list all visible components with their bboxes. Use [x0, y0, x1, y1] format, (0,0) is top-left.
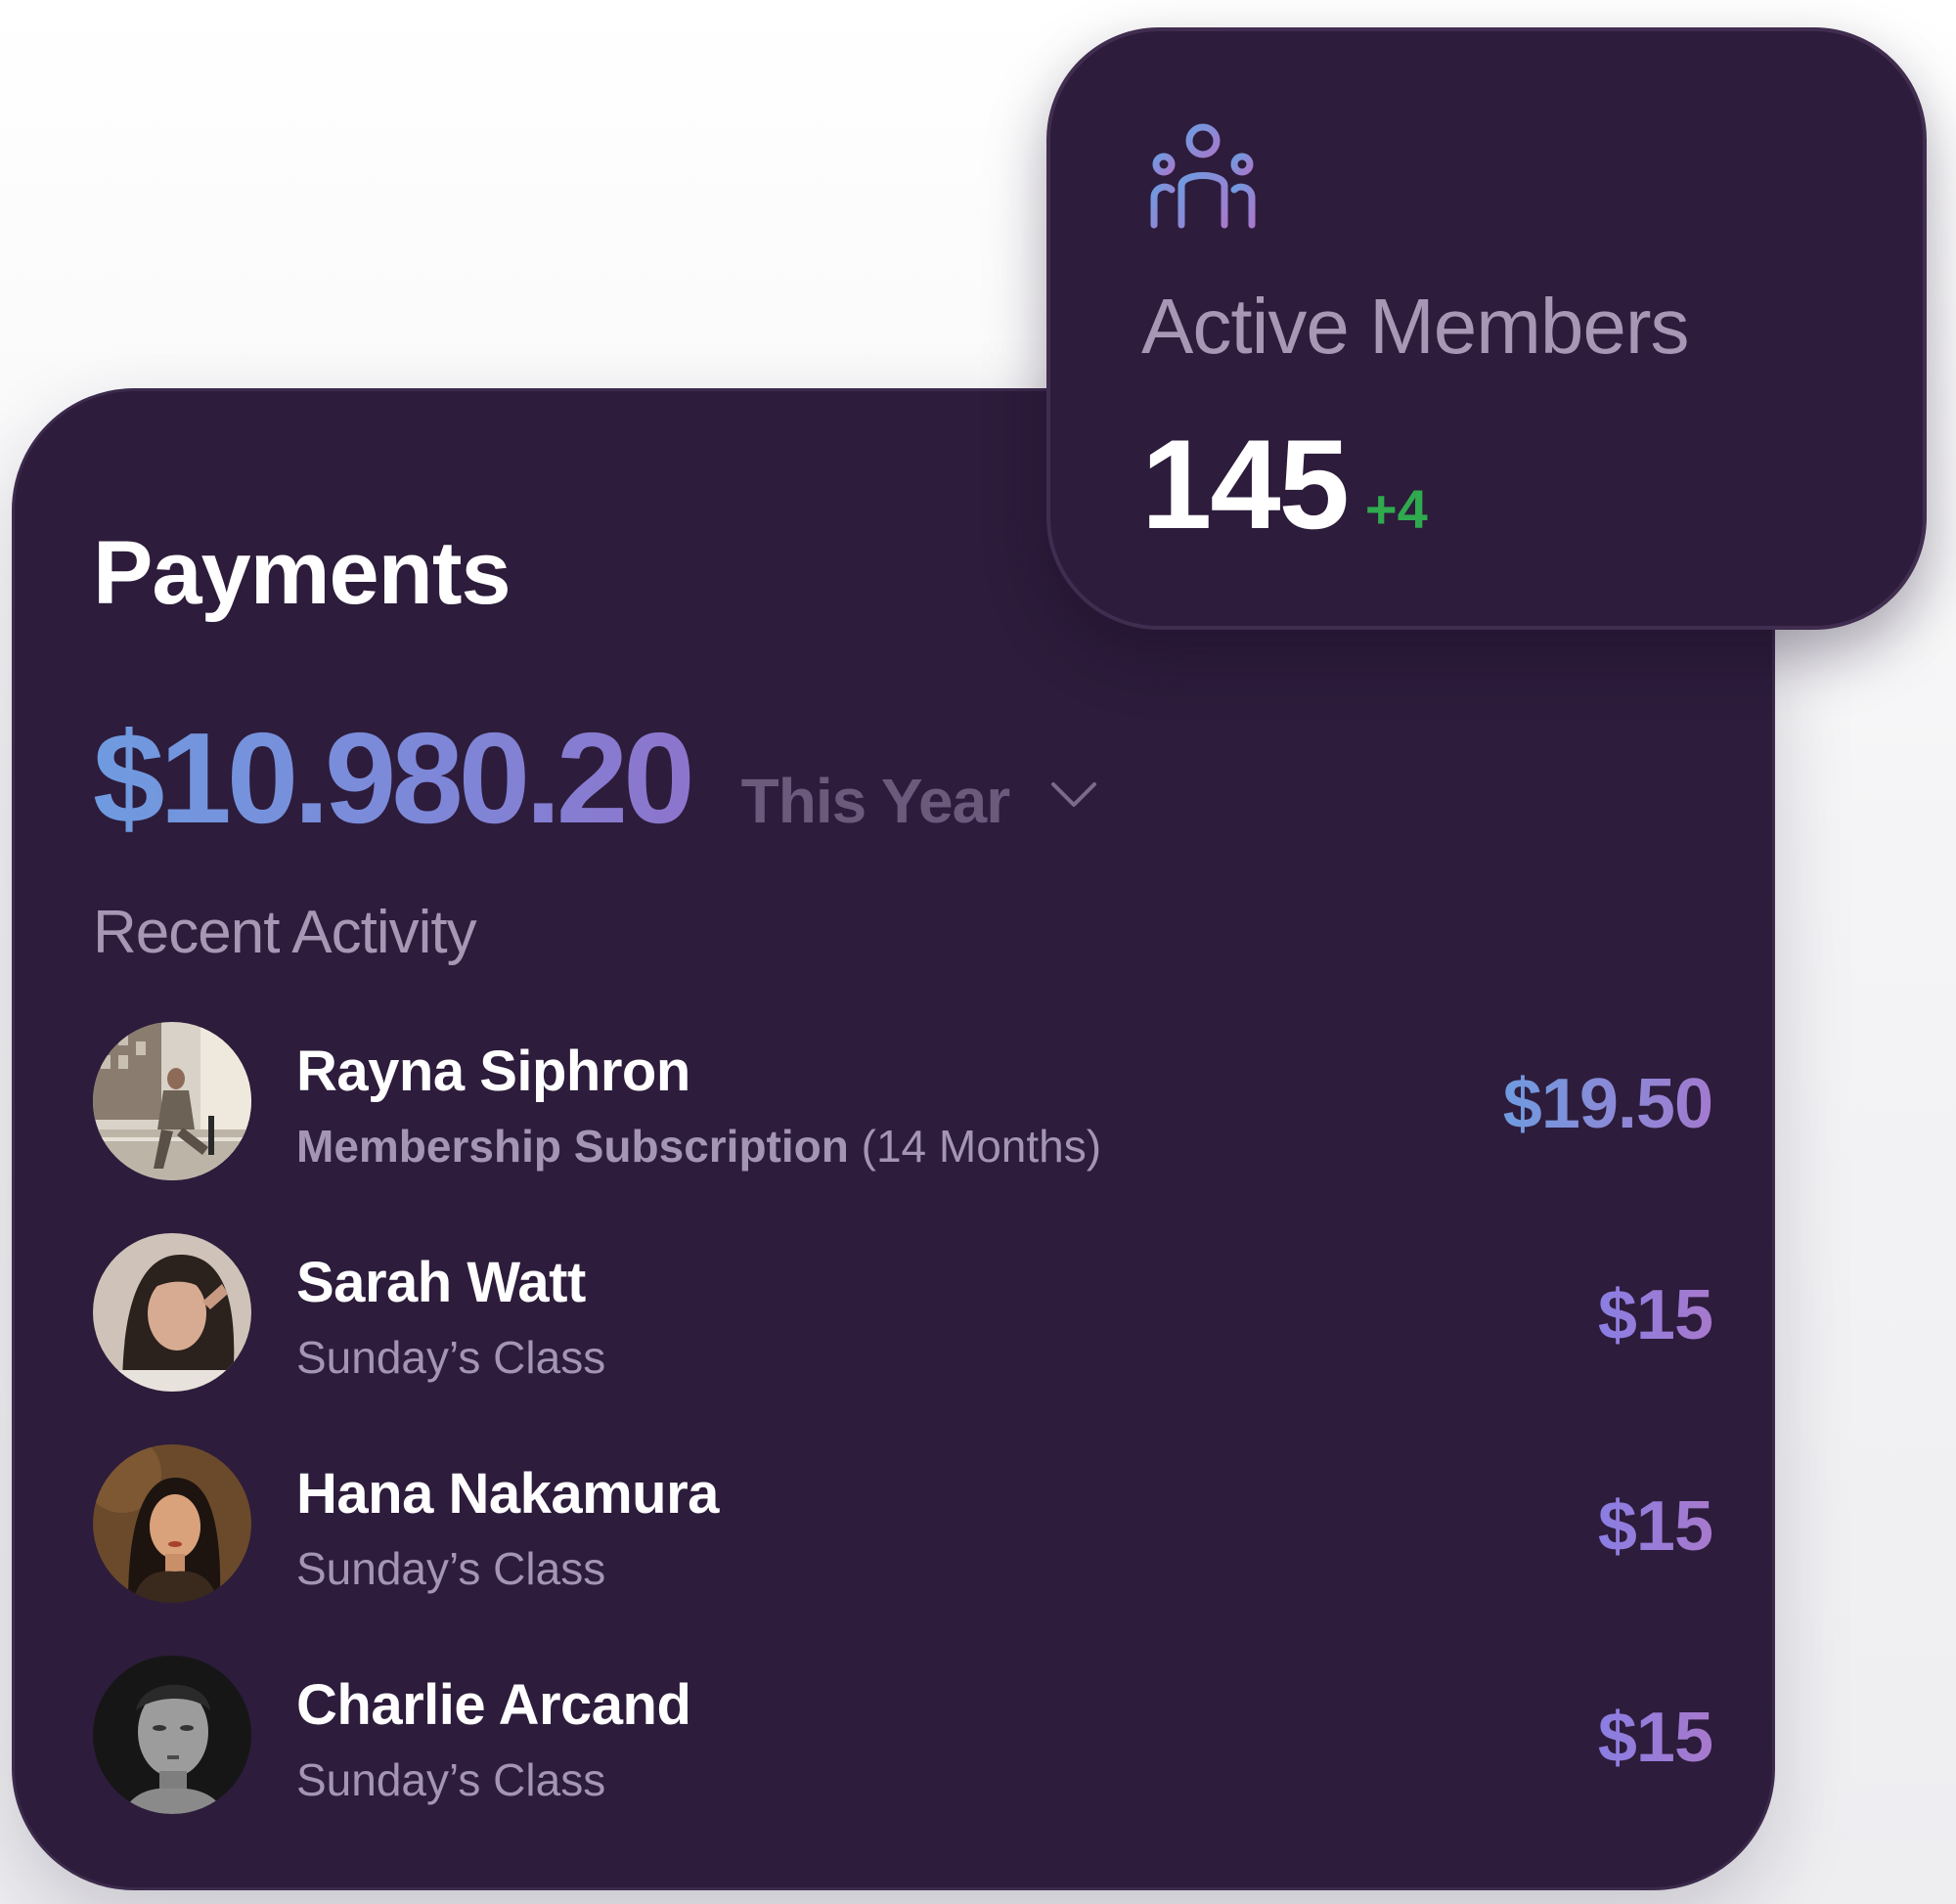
activity-list: Rayna Siphron Membership Subscription (1…	[93, 1022, 1713, 1867]
activity-text: Hana Nakamura Sunday’s Class	[296, 1462, 719, 1592]
activity-name: Sarah Watt	[296, 1251, 586, 1314]
active-members-count-row: 145 +4	[1141, 421, 1428, 548]
active-members-card: Active Members 145 +4	[1046, 27, 1927, 630]
activity-amount: $15	[1597, 1276, 1713, 1354]
active-members-delta: +4	[1364, 478, 1428, 540]
period-selector[interactable]: This Year	[741, 765, 1097, 837]
activity-row[interactable]: Rayna Siphron Membership Subscription (1…	[93, 1022, 1713, 1233]
activity-text: Charlie Arcand Sunday’s Class	[296, 1673, 691, 1803]
activity-row[interactable]: Sarah Watt Sunday’s Class $15	[93, 1233, 1713, 1444]
activity-description: Sunday’s Class	[296, 1546, 719, 1591]
activity-description-extra: Sunday’s Class	[296, 1754, 606, 1805]
activity-amount: $15	[1597, 1487, 1713, 1566]
activity-row[interactable]: Charlie Arcand Sunday’s Class $15	[93, 1656, 1713, 1867]
chevron-down-icon	[1051, 782, 1097, 807]
avatar	[93, 1444, 251, 1603]
active-members-count: 145	[1141, 413, 1350, 555]
recent-activity-title: Recent Activity	[93, 899, 477, 966]
activity-description-extra: (14 Months)	[861, 1121, 1102, 1172]
activity-name: Charlie Arcand	[296, 1673, 691, 1737]
payments-total-row: $10.980.20 This Year	[93, 714, 1097, 843]
avatar	[93, 1233, 251, 1392]
activity-amount: $15	[1597, 1699, 1713, 1777]
activity-description-extra: Sunday’s Class	[296, 1332, 606, 1383]
activity-description: Sunday’s Class	[296, 1757, 690, 1802]
payments-total-amount: $10.980.20	[93, 706, 695, 850]
activity-description: Sunday’s Class	[296, 1335, 605, 1380]
activity-row[interactable]: Hana Nakamura Sunday’s Class $15	[93, 1444, 1713, 1656]
activity-description-extra: Sunday’s Class	[296, 1543, 606, 1594]
activity-name: Hana Nakamura	[296, 1462, 719, 1526]
activity-name: Rayna Siphron	[296, 1040, 690, 1103]
activity-amount: $19.50	[1502, 1065, 1713, 1143]
activity-description: Membership Subscription (14 Months)	[296, 1124, 1101, 1169]
avatar	[93, 1022, 251, 1180]
activity-description-strong: Membership Subscription	[296, 1121, 849, 1172]
activity-text: Sarah Watt Sunday’s Class	[296, 1251, 605, 1381]
payments-title: Payments	[93, 523, 511, 623]
active-members-title: Active Members	[1141, 283, 1689, 370]
period-label: This Year	[740, 766, 1010, 836]
activity-text: Rayna Siphron Membership Subscription (1…	[296, 1040, 1101, 1170]
members-group-icon	[1150, 123, 1256, 229]
avatar	[93, 1656, 251, 1814]
